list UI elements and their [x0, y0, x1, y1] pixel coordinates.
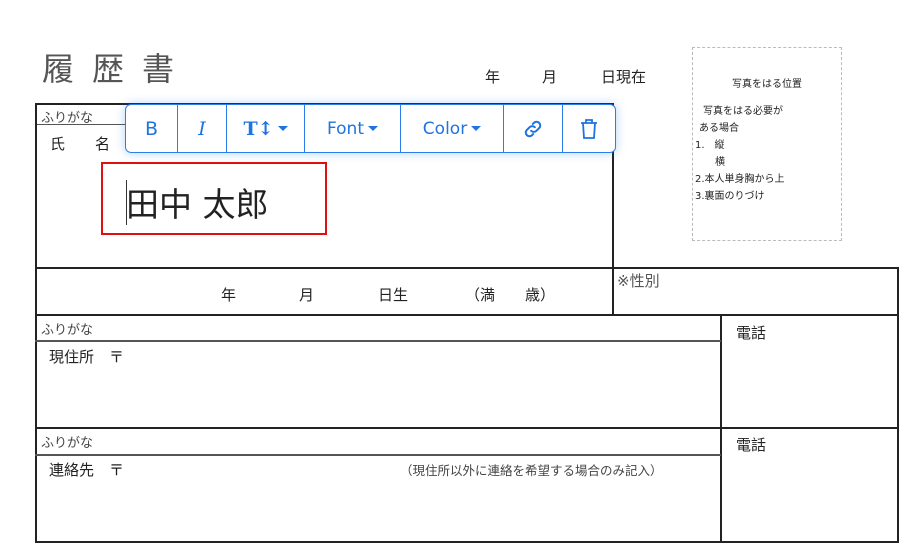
font-label: Font	[326, 118, 364, 139]
bold-button[interactable]: B	[126, 105, 178, 152]
document-title: 履歴書	[42, 50, 193, 88]
photo-line: ある場合	[699, 123, 739, 134]
birth-year: 年	[221, 286, 237, 304]
photo-line: 1. 縦	[695, 140, 725, 151]
table-border	[35, 541, 899, 543]
address-label: 現住所 〒	[49, 348, 125, 366]
text-size-button[interactable]: T↕	[227, 105, 305, 152]
italic-icon: I	[198, 117, 206, 140]
color-label: Color	[422, 118, 468, 139]
table-divider	[35, 454, 721, 456]
name-value[interactable]: 田中 太郎	[126, 178, 269, 226]
chevron-down-icon	[368, 126, 378, 131]
text-format-toolbar: B I T↕ Font Color	[125, 104, 616, 153]
photo-heading: 写真をはる位置	[732, 79, 802, 90]
italic-button[interactable]: I	[178, 105, 227, 152]
trash-icon	[581, 118, 597, 139]
birth-day: 日生	[378, 286, 409, 304]
date-day: 日現在	[601, 68, 647, 86]
table-border	[897, 267, 899, 543]
link-icon	[524, 120, 542, 137]
contact-phone-label: 電話	[736, 436, 767, 454]
photo-line: 横	[695, 157, 725, 168]
date-month: 月	[542, 68, 558, 86]
color-dropdown[interactable]: Color	[401, 105, 504, 152]
gender-label: ※性別	[617, 272, 660, 290]
text-cursor	[126, 180, 127, 225]
link-button[interactable]	[504, 105, 563, 152]
birth-age: （満 歳）	[465, 286, 556, 304]
text-size-icon: T↕	[243, 117, 274, 140]
photo-line: 写真をはる必要が	[703, 106, 783, 117]
contact-note: （現住所以外に連絡を希望する場合のみ記入）	[400, 463, 663, 478]
address-phone-label: 電話	[736, 324, 767, 342]
photo-line: 2.本人単身胸から上	[695, 174, 785, 185]
table-divider	[35, 314, 899, 316]
name-label: 氏 名	[50, 135, 111, 153]
table-divider	[35, 427, 899, 429]
contact-furigana: ふりがな	[41, 436, 94, 451]
table-divider	[35, 267, 899, 269]
date-year: 年	[485, 68, 501, 86]
table-border	[35, 103, 37, 543]
photo-line: 3.裏面のりづけ	[695, 191, 765, 202]
photo-placeholder: 写真をはる位置 写真をはる必要が ある場合 1. 縦 横 2.本人単身胸から上 …	[692, 47, 842, 241]
chevron-down-icon	[471, 126, 482, 131]
address-furigana: ふりがな	[41, 323, 94, 338]
chevron-down-icon	[277, 126, 288, 131]
contact-label: 連絡先 〒	[49, 461, 125, 479]
delete-button[interactable]	[563, 105, 615, 152]
furigana-label: ふりがな	[41, 111, 94, 126]
font-dropdown[interactable]: Font	[305, 105, 401, 152]
birth-month: 月	[299, 286, 315, 304]
bold-icon: B	[144, 117, 159, 140]
table-divider	[35, 340, 721, 342]
